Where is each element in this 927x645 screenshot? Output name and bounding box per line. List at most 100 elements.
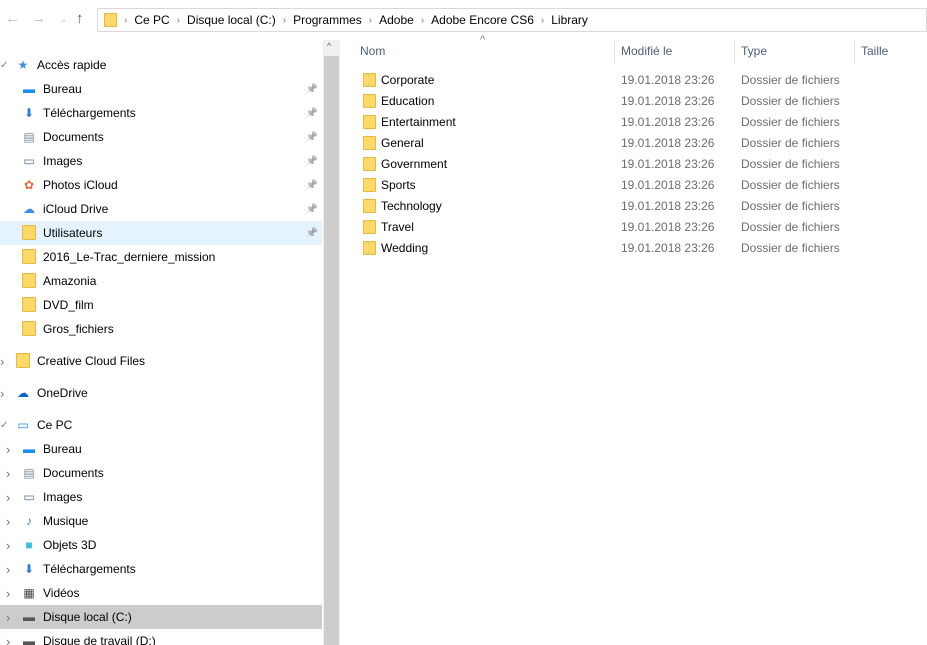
collapsed-chevron-icon[interactable]: › bbox=[6, 610, 10, 625]
nav-item[interactable]: › ▦ Vidéos bbox=[0, 581, 322, 605]
column-type[interactable]: Type bbox=[741, 44, 767, 58]
back-button[interactable]: ← bbox=[5, 10, 20, 27]
nav-item[interactable]: 2016_Le-Trac_derniere_mission bbox=[0, 245, 322, 269]
chevron-right-icon[interactable]: › bbox=[177, 15, 180, 26]
nav-item[interactable]: › ▬ Disque de travail (D:) bbox=[0, 629, 322, 645]
breadcrumb-4[interactable]: Adobe Encore CS6 bbox=[431, 13, 534, 27]
sort-ascending-icon: ^ bbox=[480, 34, 486, 46]
nav-item-label: Vidéos bbox=[43, 586, 80, 600]
file-row[interactable]: Travel 19.01.2018 23:26 Dossier de fichier… bbox=[360, 216, 860, 237]
nav-item[interactable]: › ▭ Images bbox=[0, 485, 322, 509]
file-modified: 19.01.2018 23:26 bbox=[621, 219, 715, 234]
collapsed-chevron-icon[interactable]: › bbox=[6, 466, 10, 481]
folder-icon bbox=[22, 321, 36, 336]
file-row[interactable]: Entertainment 19.01.2018 23:26 Dossier de … bbox=[360, 111, 860, 132]
file-row[interactable]: Corporate 19.01.2018 23:26 Dossier de fich… bbox=[360, 69, 860, 90]
scrollbar-thumb[interactable] bbox=[324, 56, 339, 645]
forward-button[interactable]: → bbox=[31, 10, 46, 27]
file-row[interactable]: Technology 19.01.2018 23:26 Dossier de fic… bbox=[360, 195, 860, 216]
nav-item[interactable]: ▤ Documents 📌 bbox=[0, 125, 322, 149]
expanded-chevron-icon[interactable]: ✓ bbox=[0, 420, 8, 431]
nav-item-label: Amazonia bbox=[43, 274, 97, 288]
images-icon: ▭ bbox=[23, 490, 35, 504]
images-icon: ▭ bbox=[23, 154, 35, 168]
column-divider[interactable] bbox=[854, 40, 855, 64]
pin-icon[interactable]: 📌 bbox=[306, 228, 318, 239]
nav-item[interactable]: › ☁ OneDrive bbox=[0, 381, 322, 405]
nav-item[interactable]: ☁ iCloud Drive 📌 bbox=[0, 197, 322, 221]
address-bar[interactable]: › Ce PC › Disque local (C:) › Programmes › Adob… bbox=[97, 8, 927, 32]
pin-icon[interactable]: 📌 bbox=[306, 132, 318, 143]
collapsed-chevron-icon[interactable]: › bbox=[6, 634, 10, 645]
folder-icon bbox=[363, 177, 376, 192]
chevron-right-icon[interactable]: › bbox=[369, 15, 372, 26]
column-divider[interactable] bbox=[614, 40, 615, 64]
breadcrumb-1[interactable]: Disque local (C:) bbox=[187, 13, 276, 27]
nav-item[interactable]: ▬ Bureau 📌 bbox=[0, 77, 322, 101]
breadcrumb-5[interactable]: Library bbox=[551, 13, 588, 27]
chevron-right-icon[interactable]: › bbox=[421, 15, 424, 26]
nav-item[interactable]: › ♪ Musique bbox=[0, 509, 322, 533]
pin-icon[interactable]: 📌 bbox=[306, 84, 318, 95]
file-type: Dossier de fichiers bbox=[741, 198, 840, 213]
collapsed-chevron-icon[interactable]: › bbox=[6, 442, 10, 457]
nav-scrollbar[interactable]: ^ bbox=[323, 40, 340, 645]
pin-icon[interactable]: 📌 bbox=[306, 180, 318, 191]
nav-item-label: Bureau bbox=[43, 82, 82, 96]
collapsed-chevron-icon[interactable]: › bbox=[6, 538, 10, 553]
nav-item[interactable]: ✿ Photos iCloud 📌 bbox=[0, 173, 322, 197]
file-row[interactable]: Wedding 19.01.2018 23:26 Dossier de fichie… bbox=[360, 237, 860, 258]
folder-icon bbox=[21, 225, 37, 241]
column-name[interactable]: Nom bbox=[360, 44, 385, 58]
chevron-right-icon[interactable]: › bbox=[124, 15, 127, 26]
nav-item[interactable]: ⬇ Téléchargements 📌 bbox=[0, 101, 322, 125]
nav-item[interactable]: Amazonia bbox=[0, 269, 322, 293]
nav-item[interactable]: › ▬ Disque local (C:) bbox=[0, 605, 322, 629]
collapsed-chevron-icon[interactable]: › bbox=[6, 514, 10, 529]
scroll-up-icon[interactable]: ^ bbox=[327, 41, 331, 51]
desktop-icon: ▬ bbox=[23, 82, 35, 96]
pin-icon[interactable]: 📌 bbox=[306, 156, 318, 167]
nav-item[interactable]: Gros_fichiers bbox=[0, 317, 322, 341]
breadcrumb-3[interactable]: Adobe bbox=[379, 13, 414, 27]
nav-item[interactable]: › Creative Cloud Files bbox=[0, 349, 322, 373]
file-row[interactable]: Government 19.01.2018 23:26 Dossier de fic… bbox=[360, 153, 860, 174]
nav-item-label: Images bbox=[43, 154, 83, 168]
file-type: Dossier de fichiers bbox=[741, 72, 840, 87]
pin-icon[interactable]: 📌 bbox=[306, 204, 318, 215]
collapsed-chevron-icon[interactable]: › bbox=[0, 354, 4, 369]
collapsed-chevron-icon[interactable]: › bbox=[6, 562, 10, 577]
breadcrumb-2[interactable]: Programmes bbox=[293, 13, 362, 27]
nav-item[interactable]: › ■ Objets 3D bbox=[0, 533, 322, 557]
nav-item[interactable]: ▭ Images 📌 bbox=[0, 149, 322, 173]
chevron-right-icon[interactable]: › bbox=[541, 15, 544, 26]
column-size[interactable]: Taille bbox=[861, 44, 888, 58]
toolbar: ← → ⌄ ↑ › Ce PC › Disque local (C:) › Program… bbox=[0, 0, 927, 40]
folder-icon bbox=[22, 273, 36, 288]
file-name: Sports bbox=[381, 177, 416, 192]
up-button[interactable]: ↑ bbox=[76, 10, 84, 27]
nav-item[interactable]: DVD_film bbox=[0, 293, 322, 317]
file-row[interactable]: Sports 19.01.2018 23:26 Dossier de fichier… bbox=[360, 174, 860, 195]
recent-dropdown-button[interactable]: ⌄ bbox=[60, 14, 68, 25]
nav-item[interactable]: › ▬ Bureau bbox=[0, 437, 322, 461]
file-row[interactable]: Education 19.01.2018 23:26 Dossier de fich… bbox=[360, 90, 860, 111]
collapsed-chevron-icon[interactable]: › bbox=[6, 490, 10, 505]
chevron-right-icon[interactable]: › bbox=[283, 15, 286, 26]
collapsed-chevron-icon[interactable]: › bbox=[0, 386, 4, 401]
nav-item[interactable]: ✓ ★ Accès rapide bbox=[0, 53, 322, 77]
pin-icon[interactable]: 📌 bbox=[306, 108, 318, 119]
column-divider[interactable] bbox=[734, 40, 735, 64]
file-row[interactable]: General 19.01.2018 23:26 Dossier de fichie… bbox=[360, 132, 860, 153]
nav-item[interactable]: ✓ ▭ Ce PC bbox=[0, 413, 322, 437]
folder-icon bbox=[363, 156, 376, 171]
column-modified[interactable]: Modifié le bbox=[621, 44, 672, 58]
nav-item[interactable]: › ▤ Documents bbox=[0, 461, 322, 485]
expanded-chevron-icon[interactable]: ✓ bbox=[0, 60, 8, 71]
collapsed-chevron-icon[interactable]: › bbox=[6, 586, 10, 601]
file-type: Dossier de fichiers bbox=[741, 114, 840, 129]
nav-item[interactable]: Utilisateurs 📌 bbox=[0, 221, 322, 245]
breadcrumb-0[interactable]: Ce PC bbox=[134, 13, 169, 27]
file-name: Corporate bbox=[381, 72, 435, 87]
nav-item[interactable]: › ⬇ Téléchargements bbox=[0, 557, 322, 581]
